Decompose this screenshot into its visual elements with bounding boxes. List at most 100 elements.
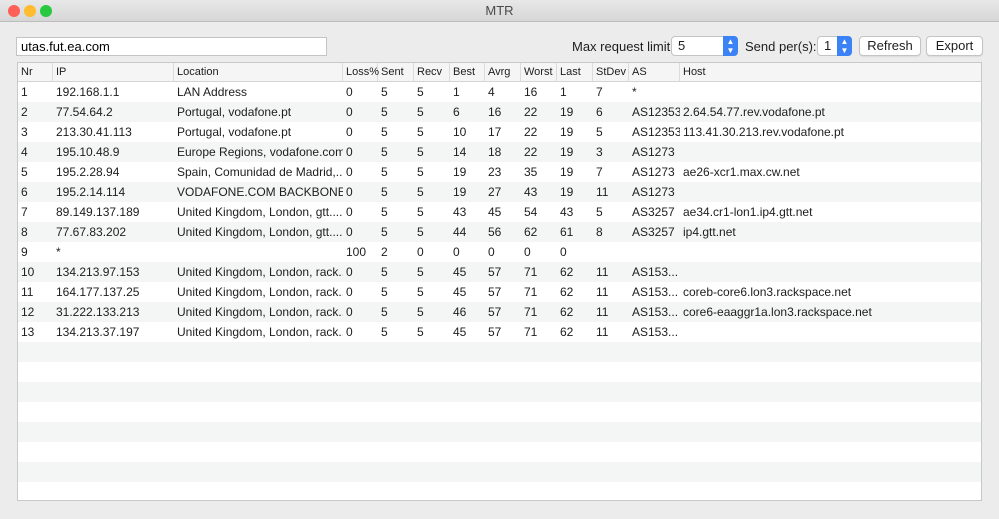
cell-loss-pct: 0 — [346, 165, 353, 179]
cell-worst: 71 — [524, 285, 538, 299]
cell-last: 62 — [560, 325, 574, 339]
cell-avrg: 56 — [488, 225, 502, 239]
table-row[interactable]: 12 31.222.133.213 United Kingdom, London, … — [18, 302, 981, 322]
cell-stdev: 6 — [596, 105, 603, 119]
cell-nr: 5 — [21, 165, 28, 179]
cell-location: Portugal, vodafone.pt — [177, 125, 292, 139]
cell-worst: 35 — [524, 165, 538, 179]
cell-ip: 77.54.64.2 — [56, 105, 113, 119]
cell-nr: 7 — [21, 205, 28, 219]
cell-sent: 5 — [381, 125, 388, 139]
empty-row — [18, 462, 981, 482]
cell-nr: 12 — [21, 305, 35, 319]
cell-ip: * — [56, 245, 61, 259]
column-header-host[interactable]: Host — [680, 63, 981, 81]
table-row[interactable]: 3 213.30.41.113 Portugal, vodafone.pt 0 5 5 10… — [18, 122, 981, 142]
column-header-recv[interactable]: Recv — [414, 63, 450, 81]
cell-nr: 9 — [21, 245, 28, 259]
column-header-last[interactable]: Last — [557, 63, 593, 81]
cell-ip: 213.30.41.113 — [56, 125, 132, 139]
cell-as: * — [632, 85, 637, 99]
column-header-stdev[interactable]: StDev — [593, 63, 629, 81]
column-header-sent[interactable]: Sent — [378, 63, 414, 81]
cell-loss-pct: 0 — [346, 185, 353, 199]
empty-row — [18, 482, 981, 500]
cell-last: 62 — [560, 265, 574, 279]
cell-sent: 5 — [381, 325, 388, 339]
cell-stdev: 8 — [596, 225, 603, 239]
cell-worst: 22 — [524, 125, 538, 139]
stepper-arrows-icon[interactable]: ▲ ▼ — [837, 36, 852, 56]
max-request-label: Max request limit: — [572, 39, 674, 54]
table-row[interactable]: 4 195.10.48.9 Europe Regions, vodafone.com… — [18, 142, 981, 162]
minimize-window-button[interactable] — [24, 5, 36, 17]
cell-as: AS12353 — [632, 125, 680, 139]
cell-recv: 0 — [417, 245, 424, 259]
column-header-as[interactable]: AS — [629, 63, 680, 81]
cell-nr: 6 — [21, 185, 28, 199]
cell-stdev: 11 — [596, 265, 609, 279]
cell-worst: 71 — [524, 265, 538, 279]
cell-stdev: 7 — [596, 85, 603, 99]
column-header-ip[interactable]: IP — [53, 63, 174, 81]
cell-location: United Kingdom, London, rack... — [177, 265, 343, 279]
cell-sent: 5 — [381, 205, 388, 219]
column-header-worst[interactable]: Worst — [521, 63, 557, 81]
cell-avrg: 45 — [488, 205, 502, 219]
cell-worst: 16 — [524, 85, 538, 99]
table-row[interactable]: 2 77.54.64.2 Portugal, vodafone.pt 0 5 5 6 16 22… — [18, 102, 981, 122]
table-row[interactable]: 7 89.149.137.189 United Kingdom, London, g… — [18, 202, 981, 222]
column-header-avrg[interactable]: Avrg — [485, 63, 521, 81]
close-window-button[interactable] — [8, 5, 20, 17]
table-row[interactable]: 10 134.213.97.153 United Kingdom, London, … — [18, 262, 981, 282]
max-request-stepper[interactable]: 5 ▲ ▼ — [671, 36, 738, 56]
cell-as: AS1273 — [632, 165, 675, 179]
cell-last: 0 — [560, 245, 567, 259]
cell-recv: 5 — [417, 225, 424, 239]
cell-loss-pct: 0 — [346, 325, 353, 339]
zoom-window-button[interactable] — [40, 5, 52, 17]
cell-host: ae34.cr1-lon1.ip4.gtt.net — [683, 205, 813, 219]
cell-host: core6-eaaggr1a.lon3.rackspace.net — [683, 305, 872, 319]
cell-loss-pct: 0 — [346, 285, 353, 299]
cell-as: AS3257 — [632, 225, 675, 239]
table-row[interactable]: 1 192.168.1.1 LAN Address 0 5 5 1 4 16 1 7 * — [18, 82, 981, 102]
cell-sent: 5 — [381, 285, 388, 299]
cell-ip: 134.213.97.153 — [56, 265, 140, 279]
host-input[interactable] — [16, 37, 327, 56]
cell-ip: 164.177.137.25 — [56, 285, 140, 299]
cell-host: ip4.gtt.net — [683, 225, 736, 239]
column-header-location[interactable]: Location — [174, 63, 343, 81]
cell-loss-pct: 0 — [346, 225, 353, 239]
cell-best: 6 — [453, 105, 460, 119]
table-row[interactable]: 8 77.67.83.202 United Kingdom, London, gtt… — [18, 222, 981, 242]
stepper-arrows-icon[interactable]: ▲ ▼ — [723, 36, 738, 56]
column-header-nr[interactable]: Nr — [18, 63, 53, 81]
cell-worst: 71 — [524, 325, 538, 339]
table-row[interactable]: 11 164.177.137.25 United Kingdom, London, … — [18, 282, 981, 302]
cell-sent: 5 — [381, 225, 388, 239]
cell-best: 10 — [453, 125, 467, 139]
cell-ip: 195.2.28.94 — [56, 165, 120, 179]
cell-last: 43 — [560, 205, 574, 219]
cell-recv: 5 — [417, 205, 424, 219]
table-row[interactable]: 6 195.2.14.114 VODAFONE.COM BACKBONE,... 0 5… — [18, 182, 981, 202]
column-header-loss-pct[interactable]: Loss% — [343, 63, 379, 81]
cell-avrg: 57 — [488, 285, 502, 299]
cell-loss-pct: 0 — [346, 105, 353, 119]
cell-host: 2.64.54.77.rev.vodafone.pt — [683, 105, 825, 119]
cell-recv: 5 — [417, 265, 424, 279]
cell-ip: 134.213.37.197 — [56, 325, 140, 339]
refresh-button[interactable]: Refresh — [859, 36, 921, 56]
table-row[interactable]: 5 195.2.28.94 Spain, Comunidad de Madrid,.… — [18, 162, 981, 182]
table-row[interactable]: 13 134.213.37.197 United Kingdom, London, … — [18, 322, 981, 342]
table-row[interactable]: 9 * 100 2 0 0 0 0 0 — [18, 242, 981, 262]
cell-avrg: 0 — [488, 245, 495, 259]
cell-recv: 5 — [417, 185, 424, 199]
column-header-best[interactable]: Best — [450, 63, 485, 81]
cell-location: VODAFONE.COM BACKBONE,... — [177, 185, 343, 199]
export-button[interactable]: Export — [926, 36, 983, 56]
send-per-stepper[interactable]: 1 ▲ ▼ — [817, 36, 852, 56]
cell-host: ae26-xcr1.max.cw.net — [683, 165, 800, 179]
cell-stdev: 5 — [596, 205, 603, 219]
